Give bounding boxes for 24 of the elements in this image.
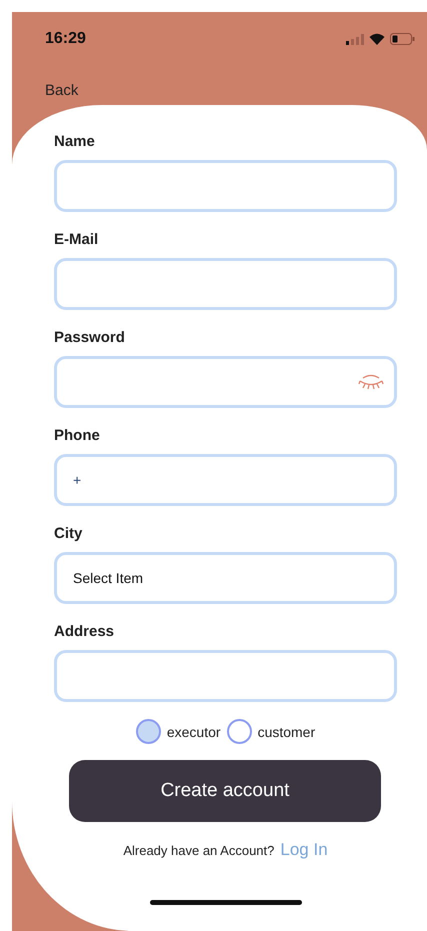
- text-field[interactable]: [54, 258, 397, 310]
- field-label: Address: [54, 623, 114, 640]
- select-field[interactable]: Select Item: [54, 552, 397, 604]
- back-button[interactable]: Back: [45, 82, 78, 99]
- status-time: 16:29: [45, 30, 86, 48]
- create-account-button[interactable]: Create account: [69, 760, 381, 822]
- field-label: Phone: [54, 427, 100, 444]
- radio-button[interactable]: [136, 719, 161, 744]
- eye-closed-icon[interactable]: [358, 374, 384, 390]
- field-label: Password: [54, 329, 125, 346]
- field-label: Name: [54, 133, 95, 150]
- radio-button[interactable]: [226, 719, 252, 744]
- text-field[interactable]: [54, 650, 397, 702]
- login-prompt: Already have an Account?: [123, 843, 274, 858]
- wifi-icon: [369, 33, 385, 45]
- password-field[interactable]: [54, 356, 397, 408]
- signal-icon: [346, 34, 364, 44]
- field-label: E-Mail: [54, 231, 98, 248]
- radio-label: executor: [166, 724, 221, 740]
- radio-label: customer: [258, 724, 316, 740]
- battery-icon: [390, 33, 415, 45]
- text-field[interactable]: +: [54, 454, 397, 506]
- field-label: City: [54, 525, 82, 542]
- text-field[interactable]: [54, 160, 397, 212]
